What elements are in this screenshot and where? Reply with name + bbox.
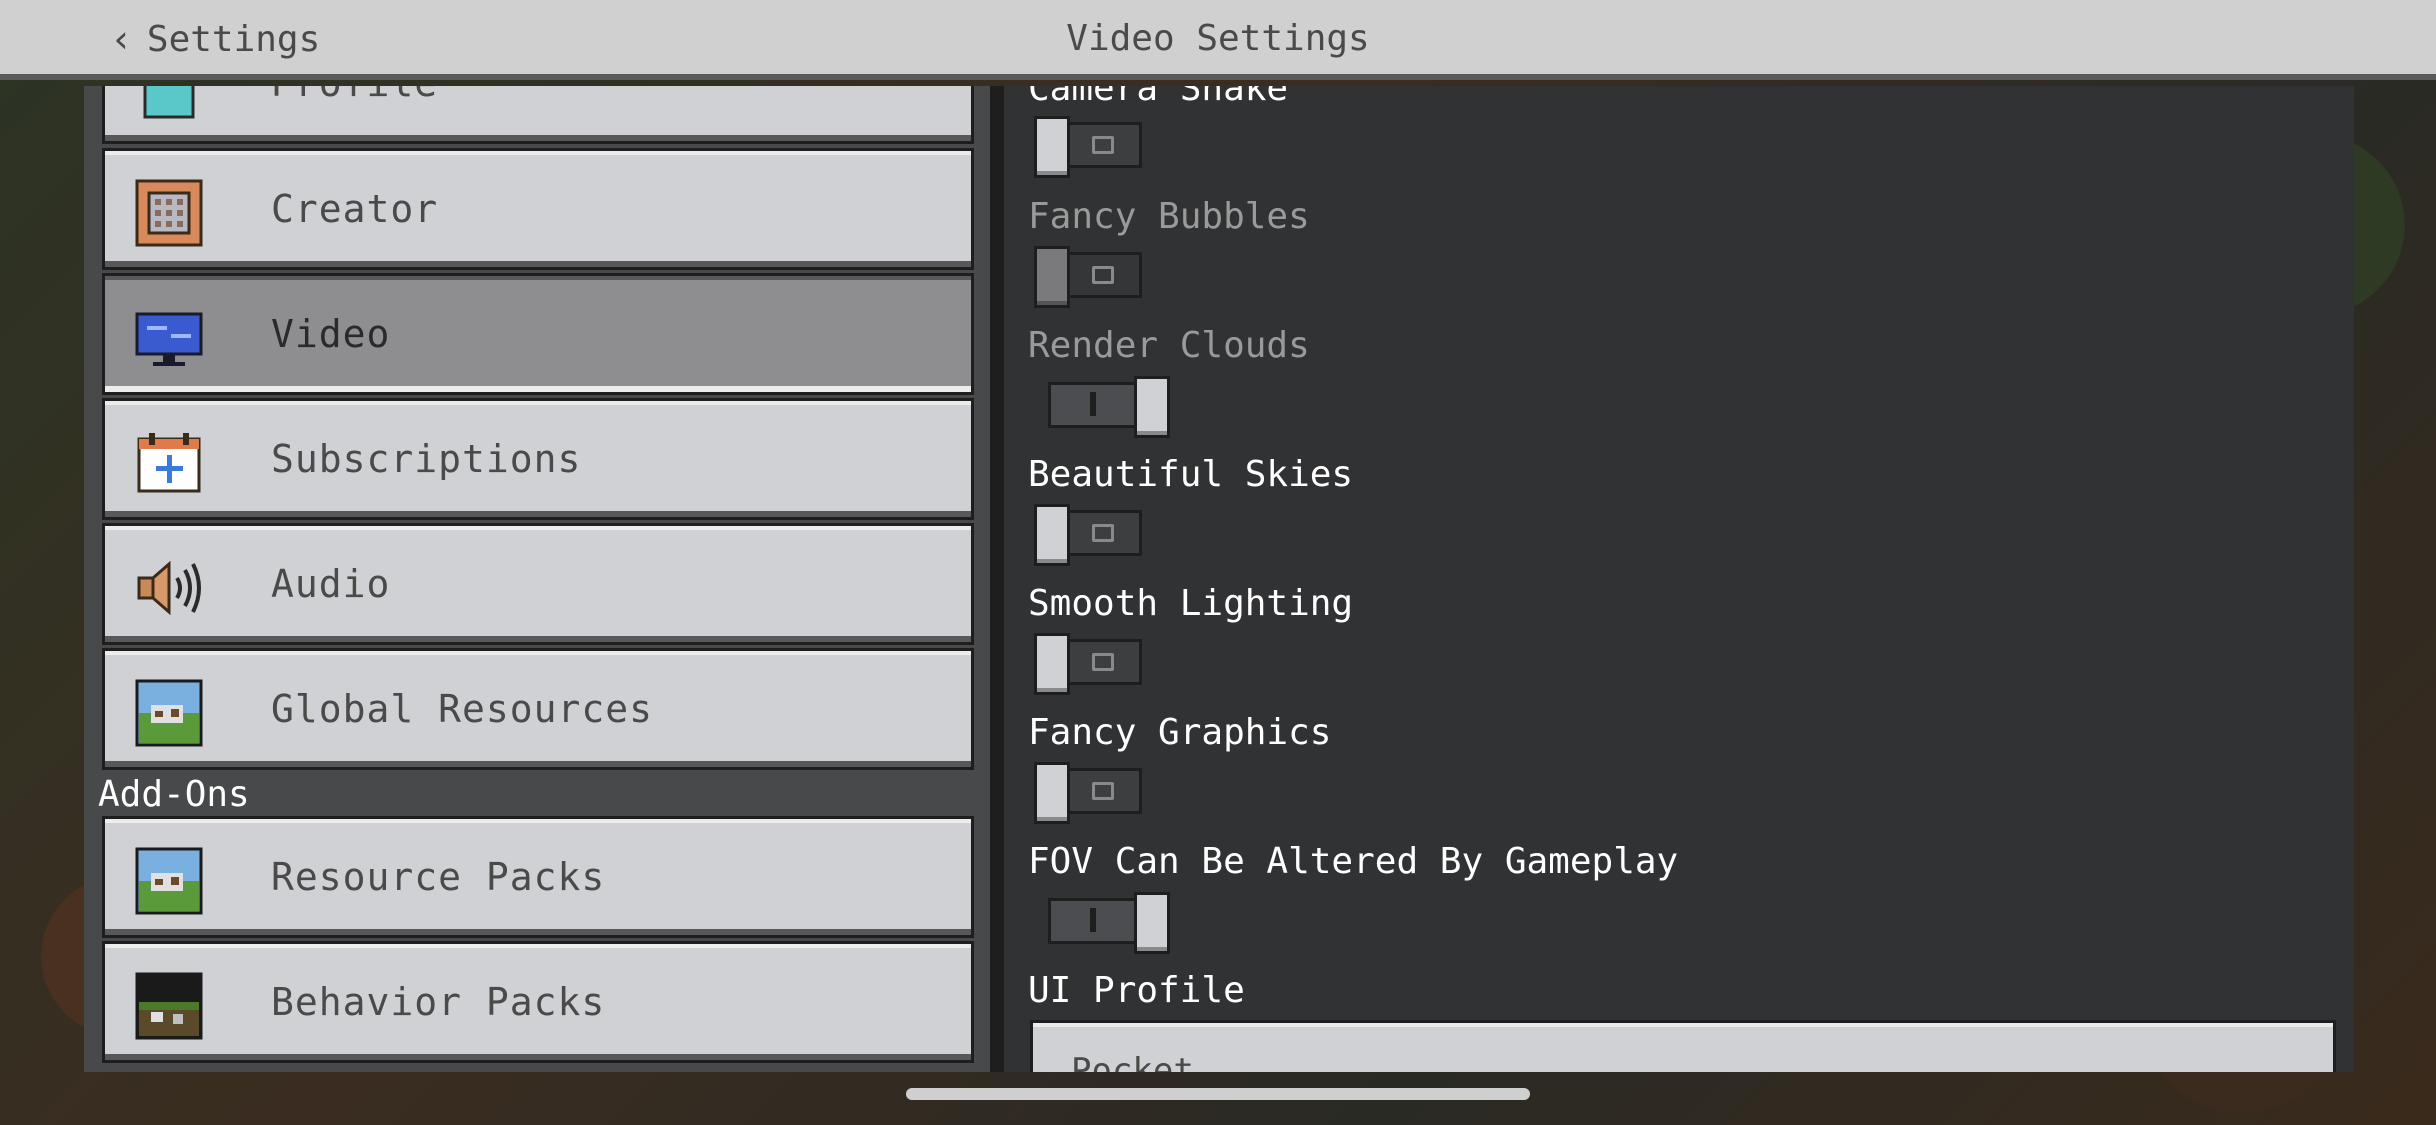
sidebar-item-behavior-packs[interactable]: Behavior Packs — [102, 941, 974, 1063]
sidebar-item-subscriptions[interactable]: Subscriptions — [102, 398, 974, 520]
sidebar-item-creator[interactable]: Creator — [102, 148, 974, 270]
sidebar-item-label: Profile — [271, 86, 438, 141]
toggle-beautiful-skies[interactable] — [1034, 504, 1142, 566]
setting-label-beautiful-skies: Beautiful Skies — [1028, 454, 1354, 495]
setting-label-camera-shake: Camera Shake — [1028, 86, 1289, 109]
setting-label-fancy-bubbles: Fancy Bubbles — [1028, 196, 1310, 237]
ui-profile-dropdown[interactable]: Pocket — [1030, 1020, 2336, 1072]
back-label: Settings — [146, 18, 321, 60]
speaker-icon — [135, 554, 203, 622]
sidebar-item-label: Video — [271, 312, 391, 356]
calendar-plus-icon — [135, 429, 203, 497]
toggle-fancy-bubbles — [1034, 246, 1142, 308]
setting-label-ui-profile: UI Profile — [1028, 970, 1245, 1011]
toggle-knob — [1034, 633, 1070, 695]
setting-label-smooth-lighting: Smooth Lighting — [1028, 583, 1354, 624]
behavior-pack-icon — [135, 972, 203, 1040]
addons-section-header: Add-Ons — [98, 774, 250, 815]
toggle-knob — [1134, 376, 1170, 438]
profile-icon — [135, 86, 203, 121]
panel-divider — [990, 86, 1004, 1072]
back-button[interactable]: ‹ Settings — [110, 14, 320, 64]
off-mark-icon — [1092, 136, 1114, 154]
toggle-camera-shake[interactable] — [1034, 116, 1142, 178]
setting-label-render-clouds: Render Clouds — [1028, 325, 1310, 366]
sidebar-item-audio[interactable]: Audio — [102, 523, 974, 645]
off-mark-icon — [1092, 653, 1114, 671]
off-mark-icon — [1092, 782, 1114, 800]
off-mark-icon — [1092, 524, 1114, 542]
video-settings-panel[interactable]: Camera Shake Fancy Bubbles Render Clouds… — [1004, 86, 2354, 1072]
chevron-left-icon: ‹ — [110, 17, 133, 61]
toggle-smooth-lighting[interactable] — [1034, 633, 1142, 695]
setting-label-fov-altered: FOV Can Be Altered By Gameplay — [1028, 841, 1679, 882]
sidebar-item-label: Behavior Packs — [271, 980, 606, 1024]
settings-sidebar[interactable]: Profile Creator — [84, 86, 990, 1072]
sidebar-item-label: Global Resources — [271, 687, 654, 731]
home-indicator[interactable] — [906, 1088, 1530, 1100]
sidebar-item-label: Creator — [271, 187, 439, 231]
toggle-render-clouds — [1034, 376, 1170, 438]
toggle-fancy-graphics[interactable] — [1034, 762, 1142, 824]
off-mark-icon — [1092, 266, 1114, 284]
toggle-knob — [1034, 116, 1070, 178]
sidebar-item-video[interactable]: Video — [102, 273, 974, 395]
toggle-knob — [1034, 246, 1070, 308]
sidebar-item-global-resources[interactable]: Global Resources — [102, 648, 974, 770]
toggle-knob — [1034, 504, 1070, 566]
on-mark-icon — [1090, 908, 1096, 932]
sidebar-item-resource-packs[interactable]: Resource Packs — [102, 816, 974, 938]
sidebar-item-label: Audio — [271, 562, 391, 606]
toggle-fov-altered[interactable] — [1034, 892, 1170, 954]
resource-pack-icon — [135, 847, 203, 915]
toggle-knob — [1134, 892, 1170, 954]
sidebar-item-profile[interactable]: Profile — [102, 86, 974, 144]
header-bar: ‹ Settings Video Settings — [0, 0, 2436, 80]
page-title: Video Settings — [1066, 18, 1370, 59]
resource-pack-icon — [135, 679, 203, 747]
setting-label-fancy-graphics: Fancy Graphics — [1028, 712, 1332, 753]
sidebar-item-label: Resource Packs — [271, 855, 606, 899]
creator-icon — [135, 179, 203, 247]
sidebar-item-label: Subscriptions — [271, 437, 582, 481]
toggle-knob — [1034, 762, 1070, 824]
monitor-icon — [135, 304, 203, 372]
on-mark-icon — [1090, 392, 1096, 416]
ui-profile-value: Pocket — [1071, 1051, 1194, 1072]
